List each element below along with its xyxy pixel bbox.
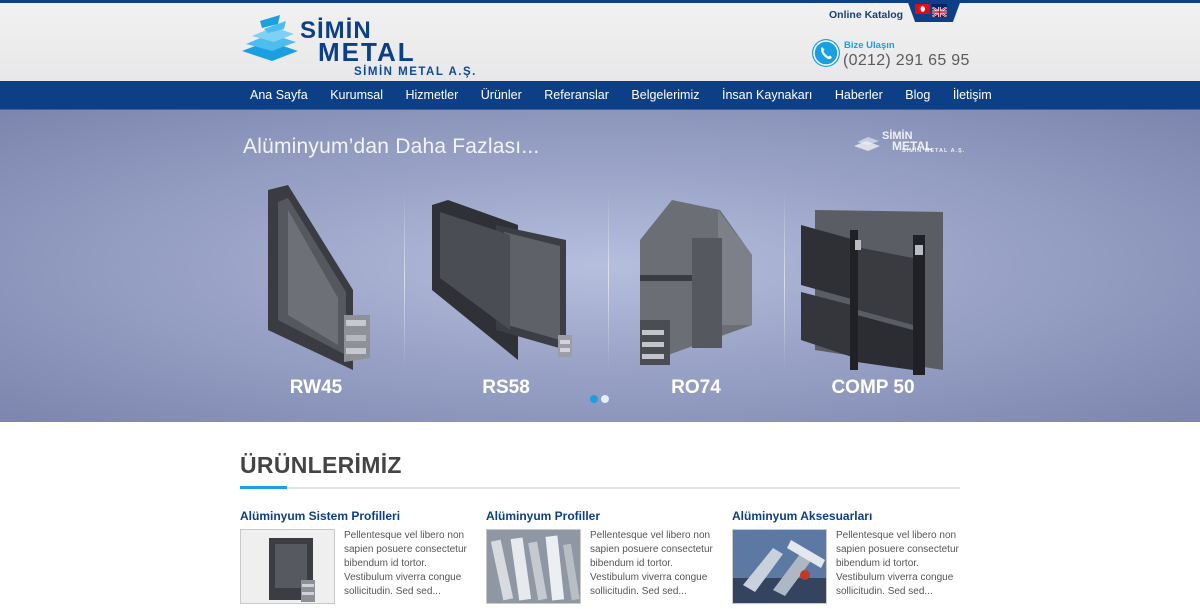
product-card-title[interactable]: Alüminyum Aksesuarları: [732, 509, 962, 523]
product-label-rs58[interactable]: RS58: [482, 377, 530, 399]
logo-text-bottom: METAL: [318, 37, 416, 67]
nav-item-blog[interactable]: Blog: [905, 88, 930, 102]
tr-flag-icon[interactable]: [915, 4, 930, 14]
product-label-comp50[interactable]: COMP 50: [831, 377, 914, 399]
product-card-description: Pellentesque vel libero non sapien posue…: [344, 530, 467, 597]
nav-item-services[interactable]: Hizmetler: [405, 88, 458, 102]
slider-dot[interactable]: [601, 395, 609, 403]
hero-slider[interactable]: Alüminyum’dan Daha Fazlası... SİMİN META…: [0, 110, 1200, 422]
phone-icon: [812, 39, 840, 67]
site-header: SİMİN METAL SİMİN METAL A.Ş. Online Kata…: [0, 0, 1200, 81]
en-flag-icon[interactable]: [931, 4, 948, 18]
product-label-rw45[interactable]: RW45: [290, 377, 342, 399]
nav-item-certificates[interactable]: Belgelerimiz: [631, 88, 699, 102]
nav-item-human-resources[interactable]: İnsan Kaynakarı: [722, 88, 812, 102]
slider-divider: [608, 192, 609, 370]
nav-item-news[interactable]: Haberler: [835, 88, 883, 102]
slider-logo-company: SİMİN METAL A.Ş.: [902, 148, 966, 154]
nav-item-home[interactable]: Ana Sayfa: [250, 88, 308, 102]
product-card: Alüminyum Profiller Pellentesque vel lib…: [486, 509, 716, 604]
nav-item-contact[interactable]: İletişim: [953, 88, 992, 102]
product-card-title[interactable]: Alüminyum Profiller: [486, 509, 716, 523]
site-logo[interactable]: SİMİN METAL SİMİN METAL A.Ş.: [240, 11, 475, 78]
slider-divider: [784, 192, 785, 370]
product-card: Alüminyum Aksesuarları Pellentesque vel …: [732, 509, 962, 604]
logo-company-name: SİMİN METAL A.Ş.: [354, 66, 477, 78]
slider-pagination: [590, 395, 609, 403]
contact-phone-number[interactable]: (0212) 291 65 95: [843, 52, 970, 70]
section-title: ÜRÜNLERİMİZ: [240, 452, 402, 478]
product-image-comp50: [801, 210, 943, 375]
online-catalog-link[interactable]: Online Katalog: [829, 9, 903, 21]
nav-item-references[interactable]: Referanslar: [544, 88, 609, 102]
language-switcher: [907, 0, 961, 22]
product-card: Alüminyum Sistem Profilleri Pellentesque…: [240, 509, 470, 604]
product-card-description: Pellentesque vel libero non sapien posue…: [836, 530, 959, 597]
product-card-thumbnail[interactable]: [240, 529, 335, 604]
slider-dot[interactable]: [590, 395, 598, 403]
product-image-rw45: [268, 185, 370, 370]
slider-heading: Alüminyum’dan Daha Fazlası...: [243, 135, 540, 158]
product-card-thumbnail[interactable]: [486, 529, 581, 604]
product-card-title[interactable]: Alüminyum Sistem Profilleri: [240, 509, 470, 523]
product-card-description: Pellentesque vel libero non sapien posue…: [590, 530, 713, 597]
product-image-ro74: [640, 200, 752, 365]
main-navigation: Ana Sayfa Kurumsal Hizmetler Ürünler Ref…: [0, 81, 1200, 110]
section-divider-accent: [240, 486, 287, 489]
contact-label: Bize Ulaşın: [844, 40, 895, 51]
nav-item-corporate[interactable]: Kurumsal: [330, 88, 383, 102]
product-card-thumbnail[interactable]: [732, 529, 827, 604]
section-divider: [240, 487, 960, 489]
slider-divider: [404, 192, 405, 370]
product-image-rs58: [432, 200, 572, 360]
product-label-ro74[interactable]: RO74: [671, 377, 721, 399]
nav-item-products[interactable]: Ürünler: [481, 88, 522, 102]
